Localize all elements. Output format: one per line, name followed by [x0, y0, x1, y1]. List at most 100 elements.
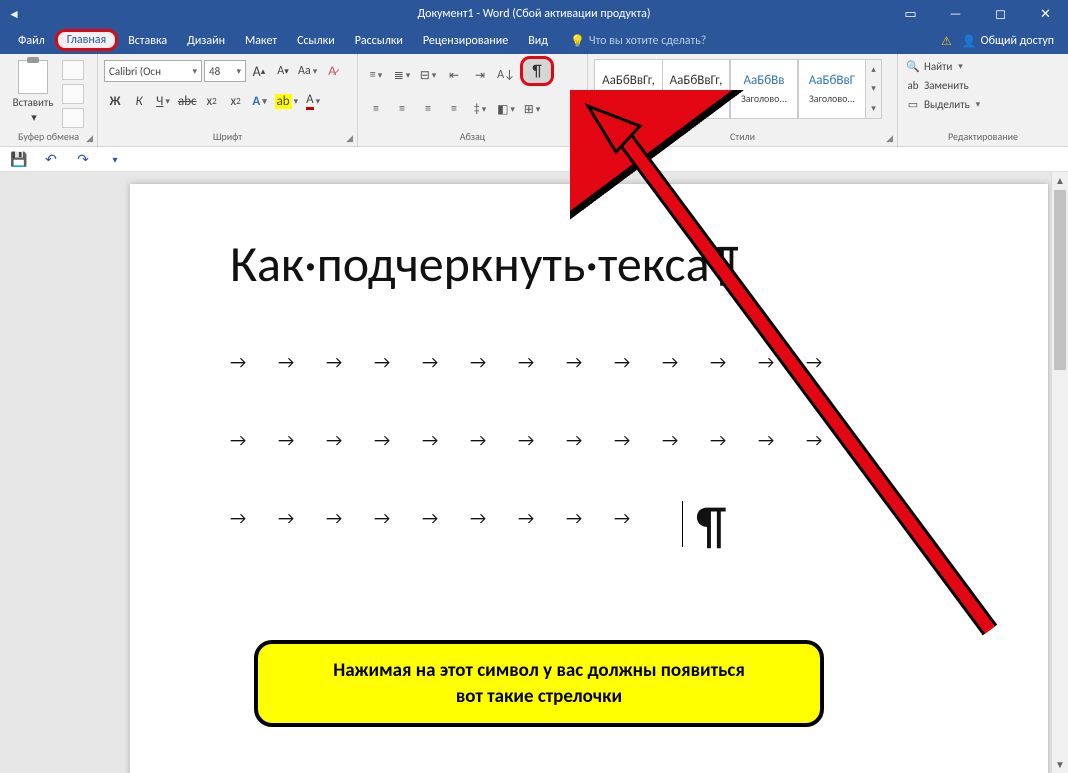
tell-me-placeholder: Что вы хотите сделать? — [589, 34, 706, 48]
search-icon: 🔍 — [906, 60, 920, 73]
warning-icon[interactable]: ⚠ — [941, 34, 952, 49]
editing-group-label: Редактирование — [904, 128, 1062, 146]
tab-references[interactable]: Ссылки — [287, 30, 345, 52]
tell-me-search[interactable]: 💡 Что вы хотите сделать? — [570, 34, 706, 49]
numbering-button[interactable]: ≣▾ — [390, 64, 414, 86]
dialog-launcher-icon[interactable]: ◢ — [576, 133, 583, 144]
share-button[interactable]: 👤 Общий доступ — [962, 34, 1054, 49]
tab-layout[interactable]: Макет — [235, 30, 287, 52]
show-hide-pilcrow-button[interactable]: ¶ — [520, 56, 554, 86]
decrease-indent-button[interactable]: ⇤ — [442, 64, 466, 86]
increase-indent-button[interactable]: ⇥ — [468, 64, 492, 86]
styles-more-button[interactable]: ▴ ▾ ▾ — [866, 59, 882, 119]
scroll-down-icon[interactable]: ▼ — [1052, 756, 1068, 773]
justify-button[interactable]: ≡ — [442, 98, 466, 120]
italic-button[interactable]: К — [128, 90, 150, 112]
superscript-button[interactable]: x2 — [225, 90, 247, 112]
pilcrow-mark: ¶ — [696, 493, 726, 557]
tab-design[interactable]: Дизайн — [177, 30, 235, 52]
scroll-up-icon[interactable]: ▲ — [1052, 172, 1068, 189]
style-heading2[interactable]: АаБбВвГ Заголово... — [798, 59, 866, 119]
person-icon: 👤 — [962, 34, 977, 49]
scroll-thumb[interactable] — [1054, 190, 1066, 370]
clipboard-group-label: Буфер обмена ◢ — [6, 128, 91, 146]
clipboard-icon — [18, 60, 48, 94]
tab-mailings[interactable]: Рассылки — [345, 30, 413, 52]
callout-line-2: вот такие стрелочки — [276, 684, 802, 710]
window-title: Документ1 - Word (Сбой активации продукт… — [417, 7, 650, 21]
change-case-button[interactable]: Aa▾ — [296, 60, 319, 82]
paragraph-group-label: Абзац ◢ — [364, 128, 581, 146]
minimize-button[interactable]: — — [933, 0, 978, 28]
vertical-scrollbar[interactable]: ▲ ▼ — [1051, 172, 1068, 773]
font-group-label: Шрифт ◢ — [104, 128, 351, 146]
underline-button[interactable]: Ч▾ — [152, 90, 174, 112]
tab-file[interactable]: Файл — [8, 30, 55, 52]
group-clipboard: Вставить ▾ Буфер обмена ◢ — [0, 54, 98, 146]
replace-button[interactable]: abЗаменить — [904, 77, 971, 94]
grow-font-button[interactable]: A▴ — [248, 60, 270, 82]
maximize-button[interactable]: ◻ — [978, 0, 1023, 28]
tab-marks-line-1[interactable]: →→→→→→→→→→→→→ — [230, 351, 1008, 373]
find-button[interactable]: 🔍Найти▾ — [904, 58, 965, 75]
cursor-icon: ▭ — [906, 98, 920, 111]
cut-button[interactable] — [62, 60, 84, 80]
save-button[interactable]: 💾 — [8, 149, 30, 169]
bold-button[interactable]: Ж — [104, 90, 126, 112]
copy-button[interactable] — [62, 84, 84, 104]
align-right-button[interactable]: ≡ — [416, 98, 440, 120]
font-name-combo[interactable]: Calibri (Осн▾ — [104, 60, 202, 82]
style-no-spacing[interactable]: АаБбВвГг, 1 Без инте... — [662, 59, 730, 119]
tab-review[interactable]: Рецензирование — [413, 30, 518, 52]
align-center-button[interactable]: ≡ — [390, 98, 414, 120]
text-cursor — [682, 501, 683, 547]
text-effects-button[interactable]: A▾ — [249, 90, 271, 112]
tab-home[interactable]: Главная — [55, 29, 118, 51]
shading-button[interactable]: ◧▾ — [494, 98, 518, 120]
font-color-button[interactable]: A▾ — [302, 90, 324, 112]
group-styles: АаБбВвГг, Обычный АаБбВвГг, 1 Без инте..… — [588, 54, 898, 146]
borders-button[interactable]: ⊞▾ — [520, 98, 544, 120]
tab-marks-line-3[interactable]: →→→→→→→→→ ¶ — [230, 507, 1008, 529]
title-bar: ◄ Документ1 - Word (Сбой активации проду… — [0, 0, 1068, 28]
sort-button[interactable]: A↓ — [494, 64, 518, 86]
tab-insert[interactable]: Вставка — [118, 30, 177, 52]
subscript-button[interactable]: x2 — [201, 90, 223, 112]
ribbon-options-icon[interactable]: ▭ — [888, 0, 933, 28]
more-icon: ▾ — [866, 99, 881, 118]
strikethrough-button[interactable]: abc — [176, 90, 199, 112]
redo-button[interactable]: ↷ — [72, 149, 94, 169]
group-font: Calibri (Осн▾ 48▾ A▴ A▾ Aa▾ A̷ Ж К Ч▾ ab… — [98, 54, 358, 146]
annotation-callout: Нажимая на этот символ у вас должны появ… — [254, 640, 824, 727]
callout-line-1: Нажимая на этот символ у вас должны появ… — [276, 658, 802, 684]
style-normal[interactable]: АаБбВвГг, Обычный — [594, 59, 662, 119]
clear-formatting-button[interactable]: A̷ — [321, 60, 343, 82]
format-painter-button[interactable] — [62, 108, 84, 128]
undo-button[interactable]: ↶ — [40, 149, 62, 169]
replace-icon: ab — [906, 79, 920, 92]
line-spacing-button[interactable]: ‡▾ — [468, 98, 492, 120]
dialog-launcher-icon[interactable]: ◢ — [886, 133, 893, 144]
style-heading1[interactable]: АаБбВв Заголово... — [730, 59, 798, 119]
paste-label: Вставить — [13, 96, 54, 109]
multilevel-button[interactable]: ⊟▾ — [416, 64, 440, 86]
chevron-down-icon: ▾ — [866, 79, 881, 98]
tab-marks-line-2[interactable]: →→→→→→→→→→→→→ — [230, 429, 1008, 451]
ribbon-tabs: Файл Главная Вставка Дизайн Макет Ссылки… — [0, 28, 1068, 54]
close-button[interactable]: ✕ — [1023, 0, 1068, 28]
dialog-launcher-icon[interactable]: ◢ — [346, 133, 353, 144]
font-size-combo[interactable]: 48▾ — [204, 60, 246, 82]
shrink-font-button[interactable]: A▾ — [272, 60, 294, 82]
tab-view[interactable]: Вид — [518, 30, 558, 52]
lightbulb-icon: 💡 — [570, 34, 585, 49]
styles-gallery[interactable]: АаБбВвГг, Обычный АаБбВвГг, 1 Без инте..… — [594, 56, 882, 119]
paste-button[interactable]: Вставить ▾ — [6, 56, 60, 124]
align-left-button[interactable]: ≡ — [364, 98, 388, 120]
select-button[interactable]: ▭Выделить▾ — [904, 96, 982, 113]
highlight-button[interactable]: ab▾ — [273, 90, 301, 112]
back-icon[interactable]: ◄ — [8, 7, 20, 22]
qat-customize-button[interactable]: ▾ — [104, 149, 126, 169]
bullets-button[interactable]: ≡▾ — [364, 64, 388, 86]
dialog-launcher-icon[interactable]: ◢ — [86, 133, 93, 144]
document-heading[interactable]: Как·подчеркнуть·текса¶ — [230, 234, 1008, 295]
